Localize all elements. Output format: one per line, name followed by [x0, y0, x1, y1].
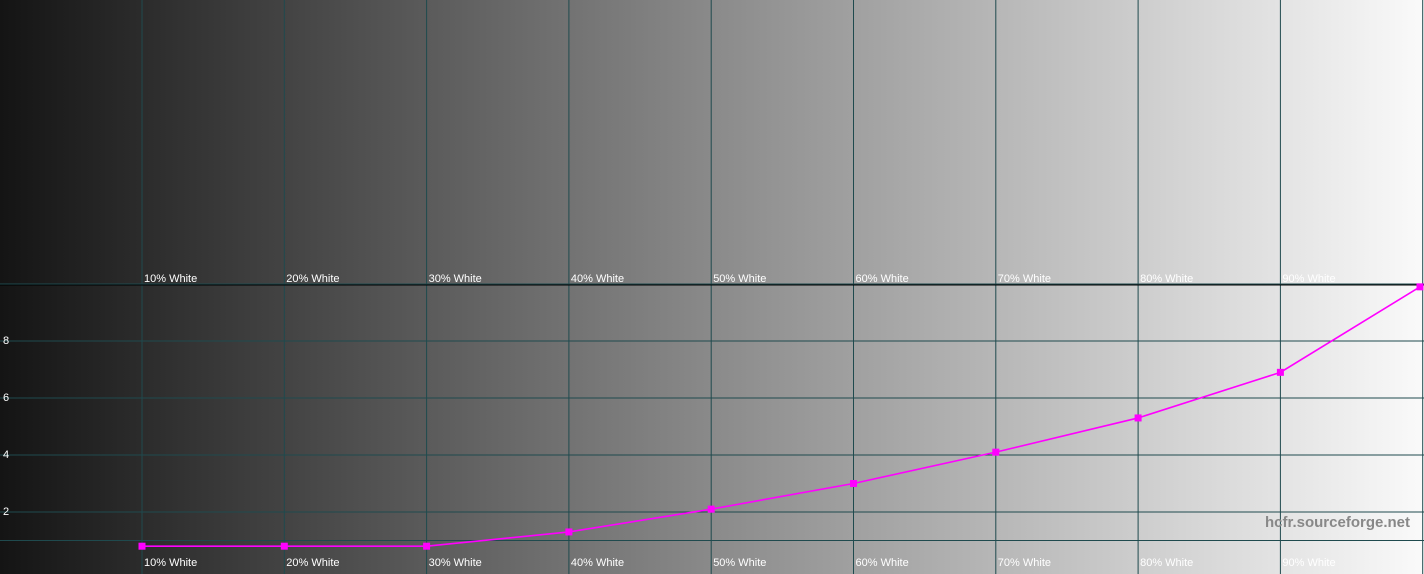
- data-point: [707, 505, 715, 513]
- y-tick-label: 2: [3, 506, 9, 518]
- x-category-label: 70% White: [998, 557, 1051, 569]
- x-category-label: 40% White: [571, 273, 624, 285]
- x-category-label: 80% White: [1140, 557, 1193, 569]
- data-point: [423, 542, 431, 550]
- chart-background: [0, 0, 1424, 574]
- data-point: [280, 542, 288, 550]
- data-point: [850, 480, 857, 487]
- data-point: [1416, 283, 1424, 291]
- x-category-label: 10% White: [144, 557, 197, 569]
- x-category-label: 20% White: [286, 273, 339, 285]
- data-point: [138, 542, 146, 550]
- x-category-label: 50% White: [713, 557, 766, 569]
- x-category-label: 50% White: [713, 273, 766, 285]
- x-category-label: 80% White: [1140, 273, 1193, 285]
- data-point: [992, 448, 1000, 456]
- x-category-label: 40% White: [571, 557, 624, 569]
- y-tick-label: 4: [3, 449, 9, 461]
- data-point: [1276, 368, 1284, 376]
- x-category-label: 70% White: [998, 273, 1051, 285]
- x-category-label: 10% White: [144, 273, 197, 285]
- watermark-text: hcfr.sourceforge.net: [1265, 514, 1410, 531]
- chart-stage: 60%70%80%90%100%110%120%130%140%10% Whit…: [0, 0, 1424, 574]
- data-point: [1134, 414, 1142, 422]
- y-tick-label: 6: [3, 392, 9, 404]
- x-category-label: 90% White: [1282, 557, 1335, 569]
- chart-svg: 60%70%80%90%100%110%120%130%140%10% Whit…: [0, 0, 1424, 574]
- x-category-label: 60% White: [856, 273, 909, 285]
- x-category-label: 20% White: [286, 557, 339, 569]
- x-category-label: 30% White: [429, 557, 482, 569]
- y-tick-label: 8: [3, 335, 9, 347]
- x-category-label: 60% White: [856, 557, 909, 569]
- x-category-label: 90% White: [1282, 273, 1335, 285]
- data-point: [565, 528, 573, 536]
- x-category-label: 30% White: [429, 273, 482, 285]
